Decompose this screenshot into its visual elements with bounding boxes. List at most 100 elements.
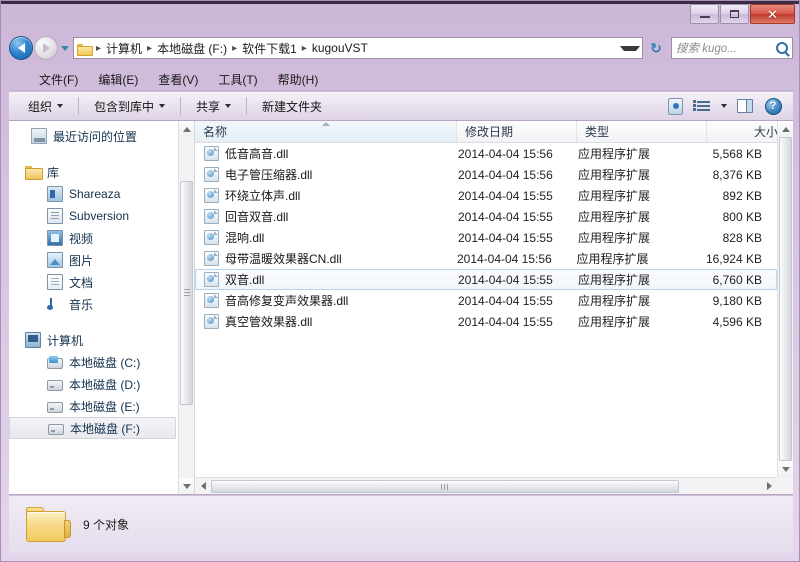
back-button[interactable] <box>9 36 33 60</box>
chevron-up-icon <box>182 126 191 132</box>
sidebar-item-7[interactable]: 音乐 <box>9 293 178 315</box>
drive-icon <box>47 380 63 391</box>
breadcrumb-dropdown-icon[interactable] <box>620 45 640 51</box>
item-count-label: 9 个对象 <box>83 518 130 532</box>
menu-item-view[interactable]: 查看(V) <box>148 69 208 90</box>
dll-file-icon <box>204 188 219 203</box>
burn-icon <box>667 97 683 115</box>
table-row[interactable]: 回音双音.dll 2014-04-04 15:55 应用程序扩展 800 KB <box>195 206 777 227</box>
scrollbar-thumb[interactable] <box>779 137 792 461</box>
burn-button[interactable] <box>665 96 685 116</box>
scroll-down-button[interactable] <box>178 478 194 494</box>
dll-file-icon <box>204 146 219 161</box>
menu-item-edit[interactable]: 编辑(E) <box>88 69 148 90</box>
scroll-right-button[interactable] <box>761 478 777 494</box>
table-row[interactable]: 双音.dll 2014-04-04 15:55 应用程序扩展 6,760 KB <box>195 269 777 290</box>
minimize-button[interactable] <box>690 4 719 24</box>
close-icon: ✕ <box>767 6 778 22</box>
sidebar-item-0[interactable]: 最近访问的位置 <box>9 125 178 147</box>
navigation-pane-scrollbar[interactable] <box>178 121 194 494</box>
grip-icon <box>184 289 190 290</box>
scroll-left-button[interactable] <box>195 478 211 494</box>
file-type-cell: 应用程序扩展 <box>576 252 649 266</box>
close-button[interactable]: ✕ <box>750 4 795 24</box>
sidebar-item-10[interactable]: 本地磁盘 (D:) <box>9 373 178 395</box>
sidebar-item-9[interactable]: 本地磁盘 (C:) <box>9 351 178 373</box>
search-box[interactable]: 搜索 kugo... <box>671 37 793 59</box>
file-list-vertical-scrollbar[interactable] <box>777 121 793 477</box>
drive-icon <box>48 424 64 435</box>
help-icon: ? <box>764 97 782 115</box>
file-name-label: 母带温暖效果器CN.dll <box>225 252 342 266</box>
file-size-cell: 828 KB <box>722 230 762 245</box>
table-row[interactable]: 真空管效果器.dll 2014-04-04 15:55 应用程序扩展 4,596 KB <box>195 311 777 332</box>
sidebar-item-1[interactable]: 库 <box>9 161 178 183</box>
table-row[interactable]: 音高修复变声效果器.dll 2014-04-04 15:55 应用程序扩展 9,180… <box>195 290 777 311</box>
breadcrumb-item-computer[interactable]: 计算机 <box>104 39 144 58</box>
help-button[interactable]: ? <box>763 96 783 116</box>
scrollbar-thumb[interactable] <box>180 181 193 405</box>
back-arrow-icon <box>17 43 25 53</box>
forward-button[interactable] <box>34 36 58 60</box>
column-header-name[interactable]: 名称 <box>195 121 457 142</box>
table-row[interactable]: 混响.dll 2014-04-04 15:55 应用程序扩展 828 KB <box>195 227 777 248</box>
scroll-up-button[interactable] <box>178 121 194 137</box>
column-header-date[interactable]: 修改日期 <box>457 121 577 142</box>
menu-item-help[interactable]: 帮助(H) <box>268 69 329 90</box>
system-drive-icon <box>47 356 63 369</box>
breadcrumb-bar[interactable]: ▸ 计算机 ▸ 本地磁盘 (F:) ▸ 软件下载1 ▸ kugouVST <box>73 37 643 59</box>
sidebar-item-2[interactable]: Shareaza <box>9 183 178 205</box>
table-row[interactable]: 母带温暖效果器CN.dll 2014-04-04 15:56 应用程序扩展 16,92… <box>195 248 777 269</box>
table-row[interactable]: 环绕立体声.dll 2014-04-04 15:55 应用程序扩展 892 KB <box>195 185 777 206</box>
share-button[interactable]: 共享 <box>187 95 240 118</box>
change-view-button[interactable] <box>692 96 713 116</box>
column-header-type[interactable]: 类型 <box>577 121 707 142</box>
sidebar-item-12[interactable]: 本地磁盘 (F:) <box>9 417 176 439</box>
search-icon <box>776 42 788 54</box>
column-header-row: 名称 修改日期 类型 大小 <box>195 121 793 143</box>
title-bar-accent <box>1 1 799 4</box>
sidebar-item-6[interactable]: 文档 <box>9 271 178 293</box>
file-list-horizontal-scrollbar[interactable] <box>195 477 777 494</box>
scroll-down-button[interactable] <box>777 461 793 477</box>
search-input[interactable]: 搜索 kugo... <box>676 40 776 56</box>
scrollbar-thumb[interactable] <box>211 479 679 493</box>
file-size-cell: 800 KB <box>722 209 762 224</box>
new-folder-button[interactable]: 新建文件夹 <box>253 95 331 118</box>
sidebar-item-4[interactable]: 视频 <box>9 227 178 249</box>
dll-file-icon <box>204 314 219 329</box>
file-name-label: 低音高音.dll <box>225 147 289 161</box>
refresh-button[interactable]: ↻ <box>645 37 667 59</box>
preview-pane-button[interactable] <box>735 96 755 116</box>
organize-button[interactable]: 组织 <box>19 95 72 118</box>
sidebar-item-3[interactable]: Subversion <box>9 205 178 227</box>
library-icon <box>25 164 43 180</box>
toolbar-right-group: ? <box>665 96 789 116</box>
table-row[interactable]: 电子管压缩器.dll 2014-04-04 15:56 应用程序扩展 8,376 KB <box>195 164 777 185</box>
file-name-cell: 低音高音.dll <box>196 145 458 162</box>
chevron-down-icon[interactable] <box>721 104 727 108</box>
title-bar: ✕ <box>1 1 799 29</box>
breadcrumb-item-drive-f[interactable]: 本地磁盘 (F:) <box>155 39 229 58</box>
sidebar-item-8[interactable]: 计算机 <box>9 329 178 351</box>
status-bar: 9 个对象 <box>9 495 793 553</box>
scroll-up-button[interactable] <box>777 121 793 137</box>
table-row[interactable]: 低音高音.dll 2014-04-04 15:56 应用程序扩展 5,568 KB <box>195 143 777 164</box>
file-name-label: 混响.dll <box>225 231 265 245</box>
breadcrumb-item-downloads[interactable]: 软件下载1 <box>240 39 299 58</box>
minimize-icon <box>699 16 710 18</box>
maximize-button[interactable] <box>720 4 749 24</box>
view-list-icon <box>692 100 710 111</box>
file-name-label: 回音双音.dll <box>225 210 289 224</box>
recent-locations-dropdown-icon[interactable] <box>61 45 69 51</box>
file-size-cell: 5,568 KB <box>712 146 762 161</box>
sidebar-item-11[interactable]: 本地磁盘 (E:) <box>9 395 178 417</box>
breadcrumb-item-kugouvst[interactable]: kugouVST <box>310 40 370 56</box>
menu-item-file[interactable]: 文件(F) <box>29 69 88 90</box>
include-in-library-button[interactable]: 包含到库中 <box>85 95 174 118</box>
menu-item-tools[interactable]: 工具(T) <box>208 69 267 90</box>
file-name-cell: 双音.dll <box>196 271 458 288</box>
sidebar-item-5[interactable]: 图片 <box>9 249 178 271</box>
share-label: 共享 <box>196 99 221 114</box>
video-icon <box>47 230 63 246</box>
